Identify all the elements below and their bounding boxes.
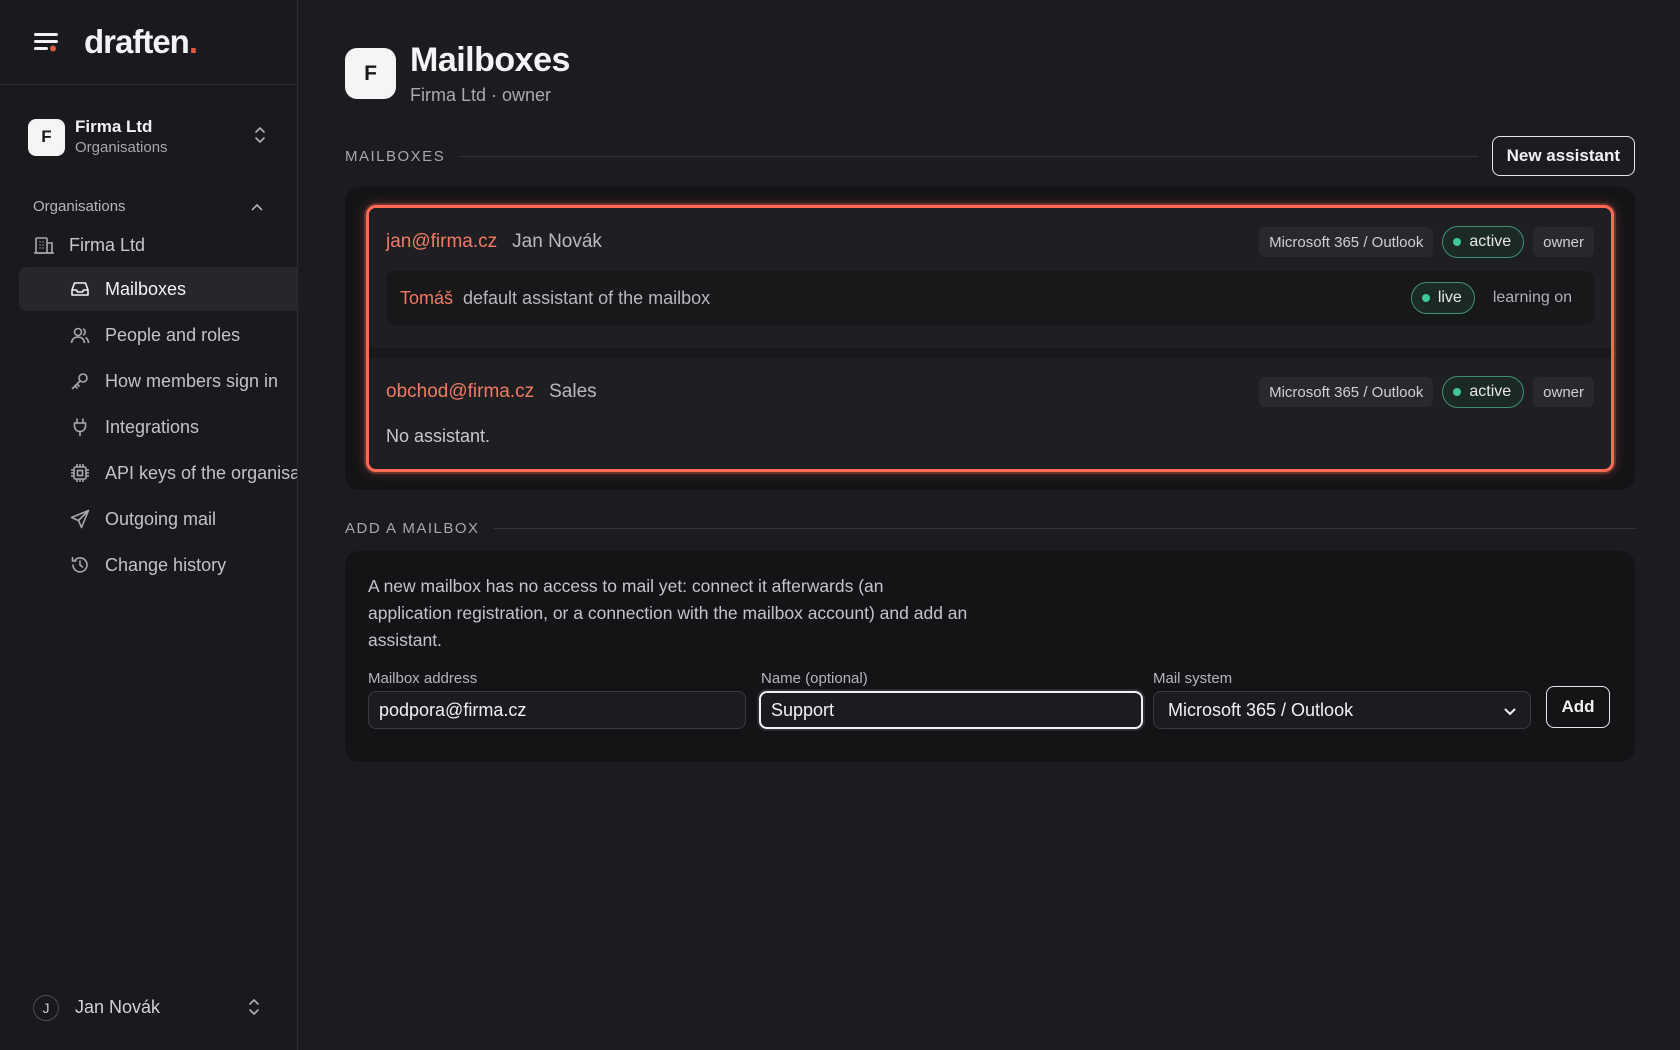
mailbox-list: jan@firma.cz Jan Novák Microsoft 365 / O… bbox=[366, 205, 1614, 472]
assistant-row[interactable]: Tomáš default assistant of the mailbox l… bbox=[386, 271, 1594, 325]
sidebar-section-title: Organisations bbox=[33, 197, 126, 215]
avatar: J bbox=[33, 994, 59, 1021]
org-avatar: F bbox=[28, 118, 65, 156]
role-tag: owner bbox=[1533, 377, 1594, 407]
users-icon bbox=[69, 325, 91, 345]
sidebar-item-change-history[interactable]: Change history bbox=[19, 543, 297, 587]
mailbox-card[interactable]: jan@firma.cz Jan Novák Microsoft 365 / O… bbox=[369, 208, 1611, 348]
divider bbox=[459, 155, 1478, 157]
mailbox-card[interactable]: obchod@firma.cz Sales Microsoft 365 / Ou… bbox=[369, 358, 1611, 469]
mailbox-email[interactable]: jan@firma.cz bbox=[386, 231, 497, 253]
key-icon bbox=[69, 371, 91, 391]
inbox-icon bbox=[69, 279, 91, 299]
chevron-down-icon bbox=[1504, 700, 1516, 721]
status-dot bbox=[1453, 388, 1462, 396]
sidebar-item-label: Outgoing mail bbox=[105, 508, 217, 529]
mail-system-tag: Microsoft 365 / Outlook bbox=[1259, 377, 1434, 407]
chevron-updown-icon bbox=[253, 125, 267, 150]
add-mailbox-description: A new mailbox has no access to mail yet:… bbox=[368, 576, 968, 650]
new-assistant-button[interactable]: New assistant bbox=[1491, 136, 1635, 176]
org-switcher-name: Firma Ltd bbox=[75, 116, 153, 136]
status-text: active bbox=[1469, 383, 1512, 400]
add-mailbox-section-header: ADD A MAILBOX bbox=[345, 518, 1635, 538]
status-badge: active bbox=[1442, 376, 1525, 408]
sidebar-item-people[interactable]: People and roles bbox=[19, 313, 297, 357]
sidebar-nav: Mailboxes People and roles How members s… bbox=[0, 267, 297, 587]
chip-icon bbox=[69, 463, 91, 483]
sidebar-item-mailboxes[interactable]: Mailboxes bbox=[19, 267, 297, 311]
app-logo[interactable]: draften. bbox=[84, 23, 198, 61]
sidebar-item-api-keys[interactable]: API keys of the organisation bbox=[19, 451, 297, 495]
no-assistant-text: No assistant. bbox=[386, 426, 491, 446]
user-menu[interactable]: J Jan Novák bbox=[0, 965, 297, 1050]
plug-icon bbox=[69, 417, 91, 437]
sidebar-item-outgoing-mail[interactable]: Outgoing mail bbox=[19, 497, 297, 541]
mailbox-name: Sales bbox=[549, 381, 597, 402]
org-avatar: F bbox=[345, 48, 396, 99]
sidebar-header: draften. bbox=[0, 0, 297, 85]
sidebar-section-organisations[interactable]: Organisations bbox=[0, 189, 297, 223]
mailboxes-section-header: MAILBOXES New assistant bbox=[345, 136, 1635, 176]
mail-system-select[interactable]: Microsoft 365 / Outlook bbox=[1153, 691, 1531, 729]
divider bbox=[493, 527, 1635, 529]
page-header: F Mailboxes Firma Ltd · owner bbox=[345, 40, 570, 110]
name-label: Name (optional) bbox=[761, 670, 868, 687]
assistant-description: default assistant of the mailbox bbox=[463, 287, 711, 308]
mailbox-name: Jan Novák bbox=[512, 231, 602, 252]
status-dot bbox=[1453, 238, 1462, 246]
status-text: live bbox=[1437, 289, 1462, 306]
building-icon bbox=[33, 234, 55, 256]
add-button[interactable]: Add bbox=[1546, 686, 1610, 728]
sidebar-item-label: Mailboxes bbox=[105, 278, 187, 299]
main-content: F Mailboxes Firma Ltd · owner MAILBOXES … bbox=[345, 0, 1635, 1050]
mail-system-label: Mail system bbox=[1153, 670, 1233, 687]
sidebar-item-label: People and roles bbox=[105, 324, 241, 345]
section-title: MAILBOXES bbox=[345, 147, 446, 165]
page-title: Mailboxes bbox=[410, 41, 570, 79]
assistant-name[interactable]: Tomáš bbox=[400, 288, 453, 309]
sidebar-org-item[interactable]: Firma Ltd bbox=[0, 223, 297, 267]
divider bbox=[369, 348, 1611, 358]
org-switcher-subtitle: Organisations bbox=[75, 138, 168, 156]
name-input[interactable] bbox=[759, 691, 1143, 729]
sidebar-item-label: Integrations bbox=[105, 416, 200, 437]
page-subtitle: Firma Ltd · owner bbox=[410, 85, 552, 105]
role-tag: owner bbox=[1533, 227, 1594, 257]
user-name: Jan Novák bbox=[75, 997, 161, 1017]
status-text: active bbox=[1469, 233, 1512, 250]
sidebar-item-label: Change history bbox=[105, 554, 227, 575]
mailbox-address-label: Mailbox address bbox=[368, 670, 478, 687]
sidebar: draften. F Firma Ltd Organisations Organ… bbox=[0, 0, 298, 1050]
sidebar-item-label: How members sign in bbox=[105, 370, 279, 391]
chevron-updown-icon bbox=[247, 997, 261, 1022]
mail-system-selected: Microsoft 365 / Outlook bbox=[1168, 699, 1354, 720]
chevron-up-icon bbox=[251, 198, 263, 215]
assistant-status-badge: live bbox=[1410, 282, 1475, 314]
menu-icon[interactable] bbox=[32, 30, 62, 54]
send-icon bbox=[69, 509, 91, 529]
sidebar-org-label: Firma Ltd bbox=[69, 234, 146, 255]
history-icon bbox=[69, 555, 91, 575]
learning-status: learning on bbox=[1492, 289, 1572, 306]
mail-system-tag: Microsoft 365 / Outlook bbox=[1259, 227, 1434, 257]
add-mailbox-panel: A new mailbox has no access to mail yet:… bbox=[345, 551, 1635, 762]
section-title: ADD A MAILBOX bbox=[345, 519, 480, 537]
sidebar-item-sign-in[interactable]: How members sign in bbox=[19, 359, 297, 403]
org-switcher[interactable]: F Firma Ltd Organisations bbox=[0, 85, 297, 189]
mailbox-email[interactable]: obchod@firma.cz bbox=[386, 381, 534, 403]
status-badge: active bbox=[1442, 226, 1525, 258]
sidebar-item-integrations[interactable]: Integrations bbox=[19, 405, 297, 449]
mailbox-address-input[interactable] bbox=[368, 691, 746, 729]
mailboxes-panel: jan@firma.cz Jan Novák Microsoft 365 / O… bbox=[345, 187, 1635, 490]
sidebar-item-label: API keys of the organisation bbox=[105, 462, 297, 483]
status-dot bbox=[1421, 294, 1430, 302]
